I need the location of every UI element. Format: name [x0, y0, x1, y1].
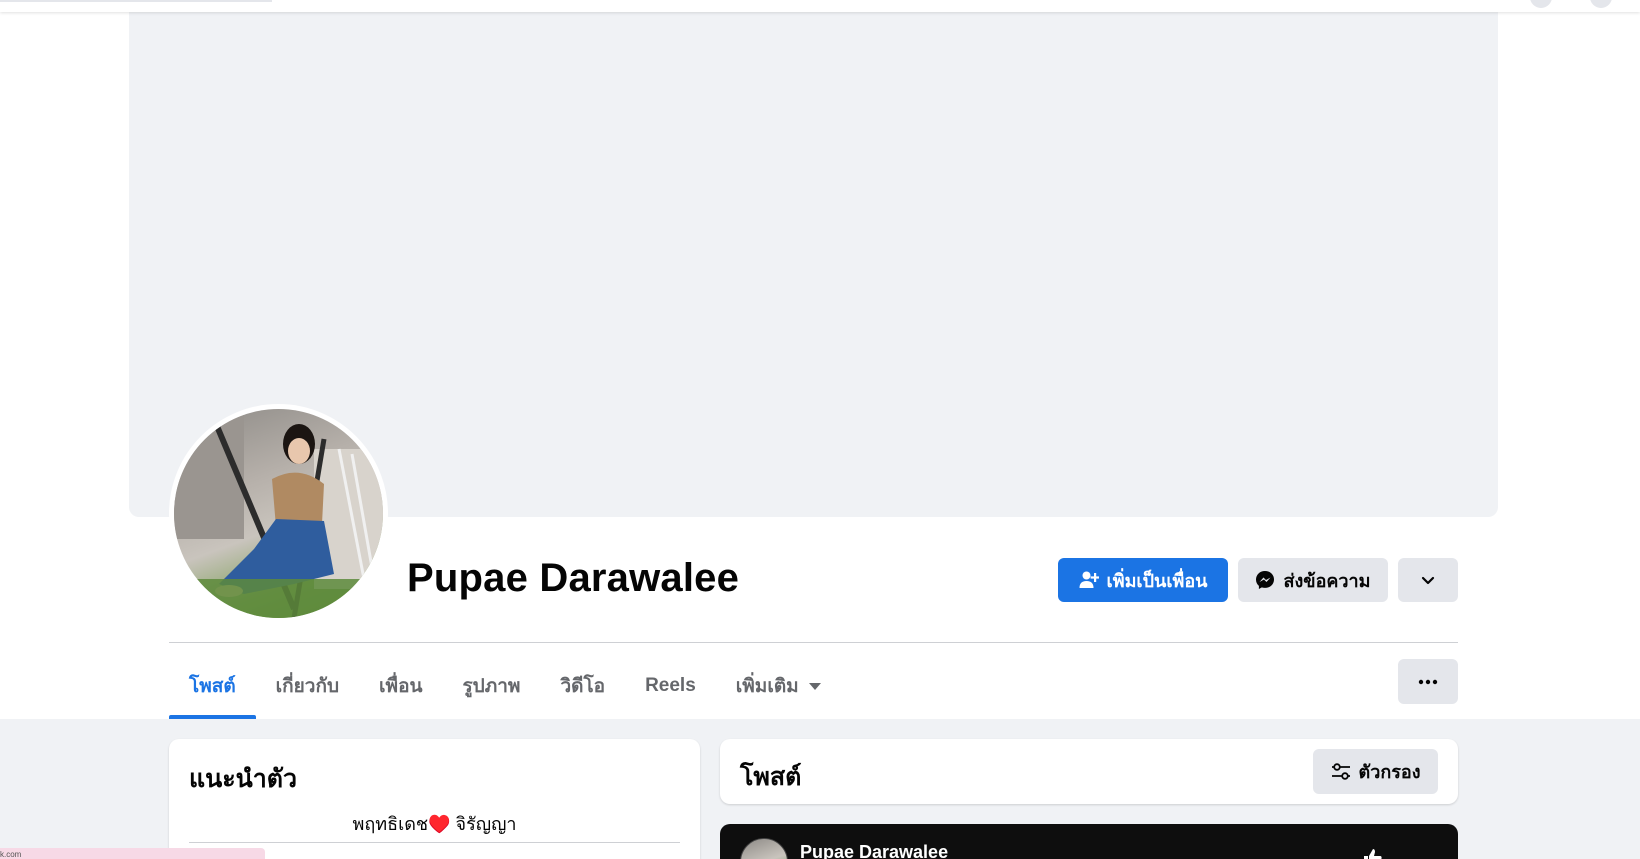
add-friend-button[interactable]: เพิ่มเป็นเพื่อน — [1058, 558, 1228, 602]
tab-label: วิดีโอ — [560, 675, 606, 697]
top-navigation-bar — [0, 0, 1640, 12]
message-label: ส่งข้อความ — [1283, 570, 1371, 591]
tab-more[interactable]: เพิ่มเติม — [716, 652, 841, 719]
nav-icon[interactable] — [1590, 0, 1612, 8]
profile-picture[interactable] — [169, 404, 388, 623]
profile-name: Pupae Darawalee — [407, 556, 740, 600]
header-divider — [169, 642, 1458, 643]
nav-icon[interactable] — [1530, 0, 1552, 8]
tab-posts[interactable]: โพสต์ — [169, 652, 256, 719]
tab-videos[interactable]: วิดีโอ — [540, 652, 625, 719]
intro-divider — [189, 842, 680, 843]
profile-tabs: โพสต์ เกี่ยวกับ เพื่อน รูปภาพ วิดีโอ Ree… — [169, 652, 841, 719]
message-button[interactable]: ส่งข้อความ — [1238, 558, 1388, 602]
intro-title: แนะนำตัว — [189, 765, 298, 793]
profile-header: Pupae Darawalee เพิ่มเป็นเพื่อน ส่งข้อคว… — [0, 0, 1640, 719]
tab-options-button[interactable] — [1398, 659, 1458, 704]
filter-label: ตัวกรอง — [1358, 762, 1421, 782]
tab-reels[interactable]: Reels — [625, 652, 716, 719]
add-friend-label: เพิ่มเป็นเพื่อน — [1106, 570, 1208, 591]
posts-title: โพสต์ — [740, 763, 802, 791]
chevron-down-icon — [1420, 572, 1436, 588]
search-bar-edge — [0, 0, 272, 2]
tab-about[interactable]: เกี่ยวกับ — [256, 652, 359, 719]
status-bar: k.com — [0, 848, 265, 859]
tab-label: รูปภาพ — [462, 675, 521, 697]
profile-picture-image — [174, 409, 383, 618]
messenger-icon — [1255, 570, 1275, 590]
post-author-name[interactable]: Pupae Darawalee — [800, 842, 948, 859]
ellipsis-icon — [1418, 679, 1438, 685]
tab-label: Reels — [645, 674, 696, 696]
post-action-icon[interactable] — [1360, 846, 1384, 859]
tab-label: เพิ่มเติม — [735, 675, 799, 697]
post-author-avatar[interactable] — [740, 838, 788, 859]
tab-friends[interactable]: เพื่อน — [359, 652, 442, 719]
intro-card: แนะนำตัว พฤทธิเดช♥️ จิรัญญา — [169, 739, 700, 859]
person-plus-icon — [1079, 570, 1099, 590]
status-text: k.com — [0, 850, 22, 859]
sliders-icon — [1331, 762, 1351, 781]
post-preview: Pupae Darawalee — [720, 824, 1458, 859]
tab-label: โพสต์ — [189, 675, 236, 697]
posts-header-card: โพสต์ ตัวกรอง — [720, 739, 1458, 804]
caret-down-icon — [808, 683, 821, 690]
profile-more-button[interactable] — [1398, 558, 1458, 602]
filter-button[interactable]: ตัวกรอง — [1313, 749, 1438, 794]
intro-bio: พฤทธิเดช♥️ จิรัญญา — [352, 814, 517, 834]
tab-label: เพื่อน — [379, 675, 423, 697]
tab-photos[interactable]: รูปภาพ — [442, 652, 540, 719]
tab-label: เกี่ยวกับ — [275, 675, 340, 697]
